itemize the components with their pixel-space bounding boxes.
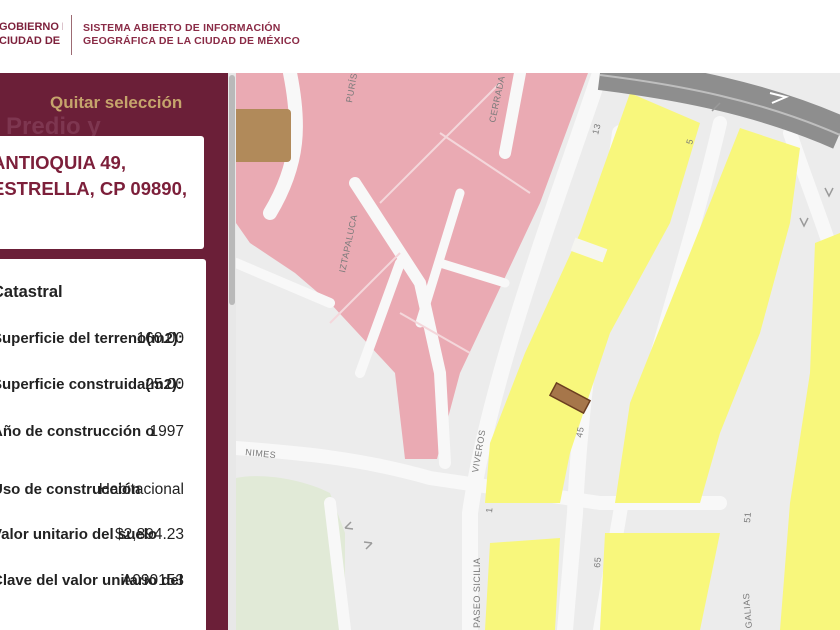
- government-line-1: GOBIERNO DE LA: [0, 21, 63, 33]
- construction-year-label: Año de construcción o: [0, 423, 155, 440]
- built-area-value: 25.00: [145, 376, 184, 393]
- address-card: ANTIOQUIA 49, ESTRELLA, CP 09890,: [0, 136, 204, 249]
- address-line-2: ESTRELLA, CP 09890,: [0, 178, 188, 199]
- property-info-panel: Predio y Quitar selección ANTIOQUIA 49, …: [0, 73, 236, 630]
- app-header: GOBIERNO DE LA CIUDAD DE MÉXICO SISTEMA …: [0, 0, 840, 73]
- government-line-2: CIUDAD DE MÉXICO: [0, 35, 63, 47]
- panel-scrollbar-thumb[interactable]: [229, 75, 235, 305]
- address-line-1: ANTIOQUIA 49,: [0, 152, 126, 173]
- construction-year-value: 1997: [149, 423, 184, 440]
- government-logo-text: GOBIERNO DE LA CIUDAD DE MÉXICO: [0, 20, 63, 48]
- land-area-value: 160.00: [136, 330, 184, 347]
- street-label-paseo-sicilia: PASEO SICILIA: [472, 558, 482, 628]
- panel-toggle-button[interactable]: [236, 109, 291, 162]
- cadastral-title: Catastral: [0, 283, 63, 301]
- system-title: SISTEMA ABIERTO DE INFORMACIÓN GEOGRÁFIC…: [83, 22, 300, 48]
- cadastral-card: Catastral Superficie del terreno(m2): 16…: [0, 259, 206, 630]
- residential-block-5[interactable]: [485, 538, 560, 630]
- header-divider: [71, 15, 72, 55]
- construction-use-value: Habitacional: [98, 481, 184, 498]
- system-title-line-1: SISTEMA ABIERTO DE INFORMACIÓN: [83, 22, 281, 34]
- unit-value-key-value: A090153: [121, 572, 184, 589]
- block-number: 51: [742, 511, 753, 523]
- land-unit-value-value: $2,894.23: [115, 526, 184, 543]
- block-number: 1: [484, 507, 494, 513]
- block-number: 45: [574, 426, 586, 439]
- system-title-line-2: GEOGRÁFICA DE LA CIUDAD DE MÉXICO: [83, 35, 300, 47]
- block-number: 65: [592, 556, 603, 568]
- clear-selection-link[interactable]: Quitar selección: [50, 93, 182, 113]
- residential-block-4[interactable]: [600, 533, 720, 630]
